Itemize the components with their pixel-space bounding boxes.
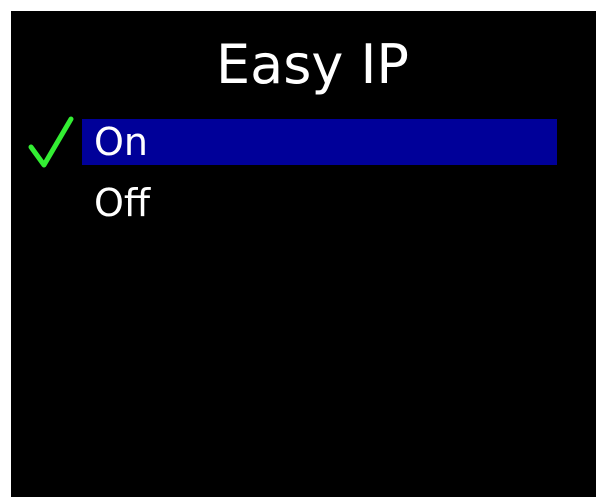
device-screen: Easy IP On Off [11,11,596,497]
menu-item-on[interactable]: On [82,119,557,165]
menu-item-label: Off [94,181,151,225]
page-title: Easy IP [216,33,409,96]
menu-item-label: On [94,120,148,164]
menu-item-off[interactable]: Off [82,180,557,226]
checkmark-icon [28,116,74,168]
